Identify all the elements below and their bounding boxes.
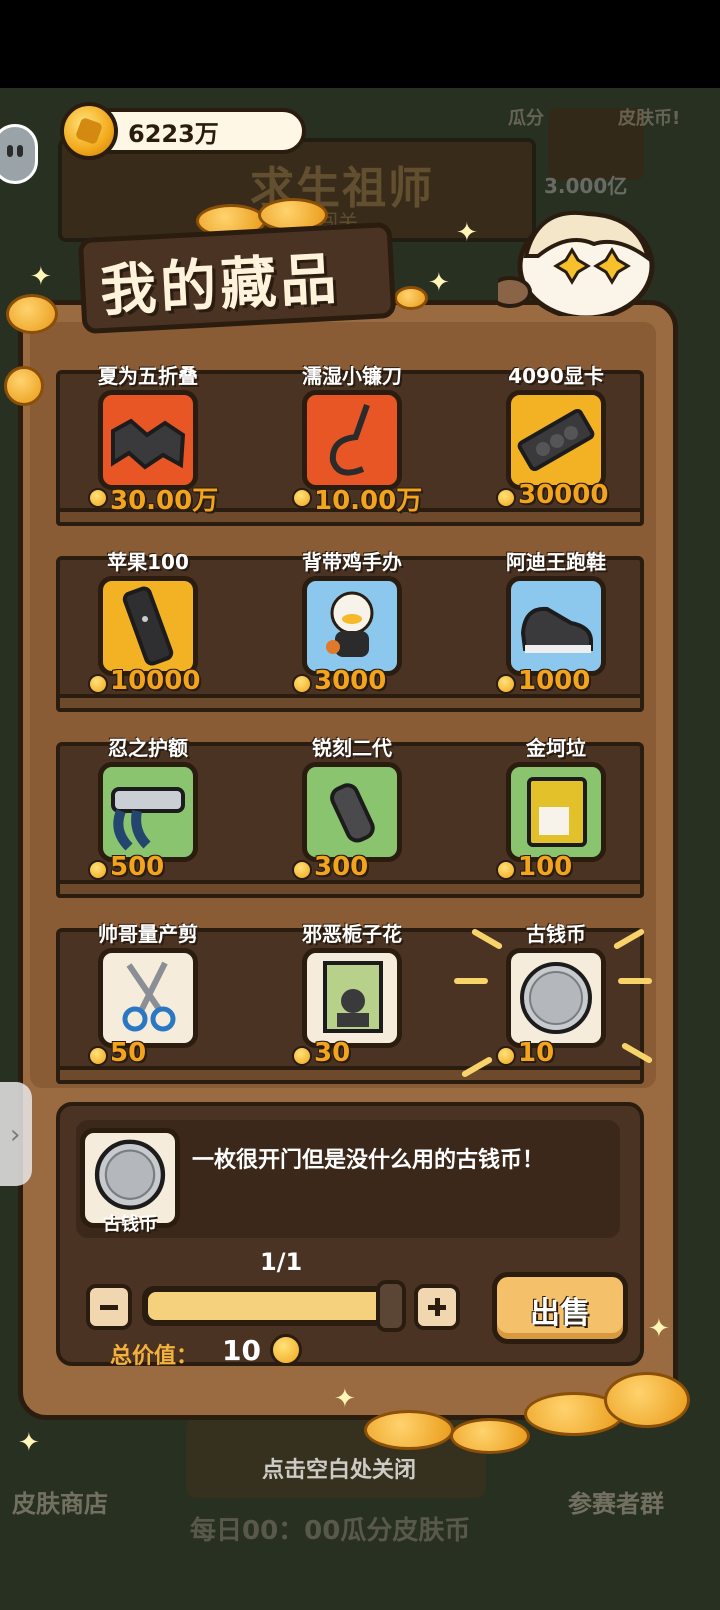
sickle-icon <box>329 404 370 476</box>
selected-item-name: 古钱币 <box>103 1214 157 1235</box>
coin-pile-icon <box>6 294 58 334</box>
shelf-board <box>56 1066 644 1084</box>
item-card-old-coin[interactable] <box>506 948 606 1048</box>
coin-icon <box>88 488 108 508</box>
item-card-graphics-card[interactable] <box>506 390 606 490</box>
item-name: 濡湿小镰刀 <box>302 364 402 388</box>
phone-icon <box>122 586 174 666</box>
item-price: 10000 <box>110 666 201 696</box>
coin-icon <box>496 674 516 694</box>
item-card-book[interactable] <box>302 948 402 1048</box>
balance-amount: 6223万 <box>128 120 219 148</box>
item-card-sneaker[interactable] <box>506 576 606 676</box>
fertilizer-bag-icon <box>527 777 587 847</box>
coin-icon <box>292 1046 312 1066</box>
sparkle-icon: ✦ <box>648 1314 670 1344</box>
item-card-chicken-figure[interactable] <box>302 576 402 676</box>
item-name: 阿迪王跑鞋 <box>506 550 606 574</box>
item-price: 1000 <box>518 666 591 696</box>
item-price: 50 <box>110 1038 147 1068</box>
item-price: 100 <box>518 852 573 882</box>
selected-item-description: 一枚很开门但是没什么用的古钱币！ <box>192 1148 545 1173</box>
total-value-amount: 10 <box>222 1334 261 1367</box>
item-price: 500 <box>110 852 165 882</box>
headband-icon <box>111 787 185 851</box>
coin-icon <box>292 860 312 880</box>
item-price: 300 <box>314 852 369 882</box>
quantity-text: 1/1 <box>260 1248 303 1276</box>
sparkle-icon: ✦ <box>428 268 450 298</box>
coin-icon <box>292 674 312 694</box>
item-name: 忍之护额 <box>108 736 188 760</box>
coin-pile-icon <box>394 286 428 310</box>
highlight-ray <box>454 978 488 984</box>
item-name: 帅哥量产剪 <box>98 922 198 946</box>
item-price: 30.00万 <box>110 486 219 516</box>
edge-drawer-tab[interactable]: › <box>0 1082 32 1186</box>
item-card-scissors[interactable] <box>98 948 198 1048</box>
item-card-fertilizer[interactable] <box>506 762 606 862</box>
coin-icon <box>88 1046 108 1066</box>
vape-icon <box>330 783 375 843</box>
sparkle-icon: ✦ <box>18 1428 40 1458</box>
item-name: 金坷垃 <box>526 736 586 760</box>
folding-phone-icon <box>111 418 186 470</box>
scissors-icon <box>122 961 176 1032</box>
sparkle-icon: ✦ <box>456 218 478 248</box>
coin-icon <box>496 488 516 508</box>
item-name: 邪恶栀子花 <box>302 922 402 946</box>
coin-pile-icon <box>364 1410 454 1450</box>
item-card-vape[interactable] <box>302 762 402 862</box>
coin-pile-icon <box>604 1372 690 1428</box>
quantity-slider-handle[interactable] <box>376 1280 406 1332</box>
item-card-headband[interactable] <box>98 762 198 862</box>
item-name: 背带鸡手办 <box>302 550 402 574</box>
coin-icon <box>496 1046 516 1066</box>
old-coin-icon <box>520 962 592 1034</box>
sell-button-label: 出售 <box>530 1296 590 1331</box>
item-name: 苹果100 <box>107 550 189 574</box>
coin-icon <box>88 674 108 694</box>
item-card-folding-phone[interactable] <box>98 390 198 490</box>
highlight-ray <box>618 978 652 984</box>
coin-pile-icon <box>4 366 44 406</box>
item-price: 10 <box>518 1038 555 1068</box>
status-bar <box>0 0 720 88</box>
item-card-phone[interactable] <box>98 576 198 676</box>
side-menu-button[interactable] <box>0 124 38 184</box>
total-value-label: 总价值： <box>110 1344 199 1369</box>
shelf-board <box>56 694 644 712</box>
coin-icon <box>496 860 516 880</box>
close-hint[interactable]: 点击空白处关闭 <box>262 1452 416 1484</box>
item-name: 锐刻二代 <box>312 736 392 760</box>
increase-button[interactable] <box>414 1284 460 1330</box>
item-card-sickle[interactable] <box>302 390 402 490</box>
item-name: 4090显卡 <box>508 364 604 388</box>
item-price: 3000 <box>314 666 387 696</box>
sparkle-icon: ✦ <box>334 1384 356 1414</box>
chicken-figure-icon <box>326 591 374 657</box>
item-price: 10.00万 <box>314 486 423 516</box>
book-icon <box>323 961 383 1033</box>
coin-icon <box>88 860 108 880</box>
dialog-title: 我的藏品 <box>98 246 342 325</box>
decrease-button[interactable] <box>86 1284 132 1330</box>
item-name: 夏为五折叠 <box>98 364 198 388</box>
item-price: 30000 <box>518 480 609 510</box>
sparkle-icon: ✦ <box>30 262 52 292</box>
graphics-card-icon <box>517 408 595 472</box>
item-name: 古钱币 <box>526 922 586 946</box>
shelf-board <box>56 880 644 898</box>
item-price: 30 <box>314 1038 351 1068</box>
chevron-right-icon: › <box>10 1120 21 1150</box>
gold-coin-icon <box>60 102 118 160</box>
coin-icon <box>292 488 312 508</box>
mascot-character-icon <box>498 210 655 316</box>
coin-icon <box>270 1334 302 1366</box>
coin-pile-icon <box>450 1418 530 1454</box>
quantity-slider-fill <box>148 1292 398 1320</box>
sneaker-icon <box>520 606 593 653</box>
